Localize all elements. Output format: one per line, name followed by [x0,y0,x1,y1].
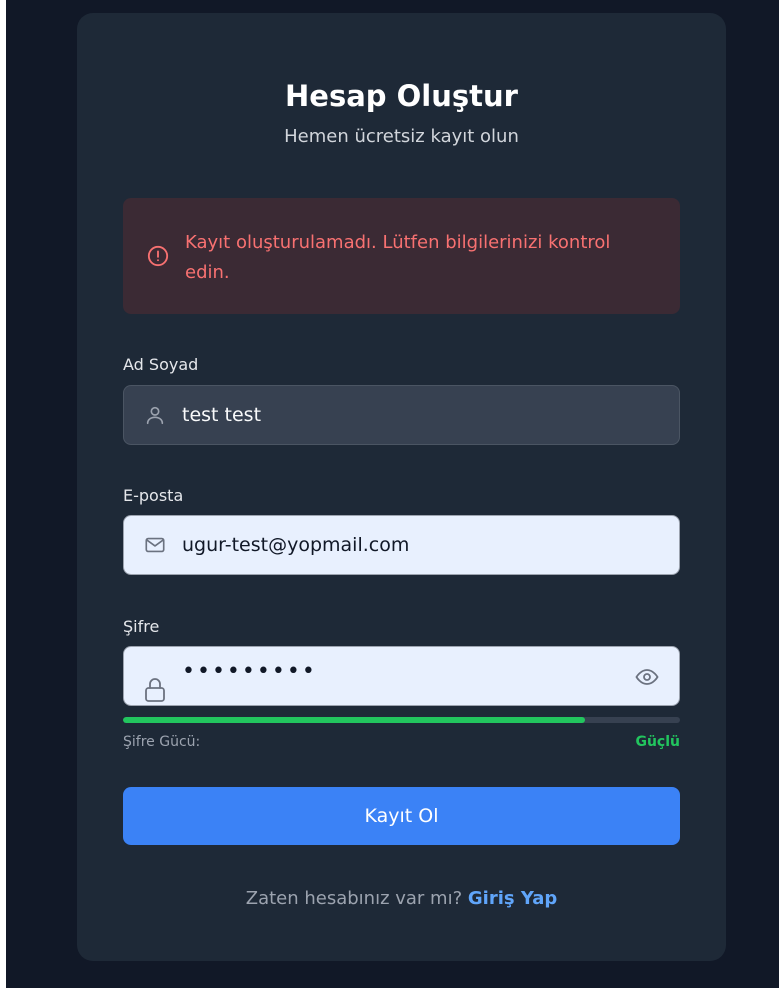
mail-icon [145,537,165,553]
password-input[interactable]: ••••••••• [182,659,317,684]
login-prompt-text: Zaten hesabınız var mı? [245,888,468,909]
eye-icon[interactable] [635,666,659,688]
password-strength-value: Güçlü [635,734,680,750]
name-field[interactable] [123,385,680,445]
name-label: Ad Soyad [123,355,199,374]
error-alert: Kayıt oluşturulamadı. Lütfen bilgilerini… [123,198,680,314]
user-icon [146,406,164,425]
password-field[interactable]: ••••••••• [123,646,680,706]
login-link[interactable]: Giriş Yap [468,888,557,909]
email-label: E-posta [123,486,184,505]
lock-icon [145,678,165,702]
password-strength-bar [123,717,680,723]
email-field[interactable] [123,515,680,575]
name-input[interactable] [182,400,622,430]
page-subtitle: Hemen ücretsiz kayıt olun [284,126,519,147]
password-strength-fill [123,717,586,723]
email-input[interactable] [182,530,622,560]
alert-circle-icon [147,245,169,267]
password-strength-label: Şifre Gücü: [123,734,201,750]
login-prompt: Zaten hesabınız var mı? Giriş Yap [77,888,726,909]
password-label: Şifre [123,617,160,636]
page-title: Hesap Oluştur [285,79,518,113]
error-message: Kayıt oluşturulamadı. Lütfen bilgilerini… [185,232,611,283]
register-button[interactable]: Kayıt Ol [123,787,680,845]
register-card: Hesap Oluştur Hemen ücretsiz kayıt olun … [77,13,726,961]
page-background: Hesap Oluştur Hemen ücretsiz kayıt olun … [6,0,779,988]
